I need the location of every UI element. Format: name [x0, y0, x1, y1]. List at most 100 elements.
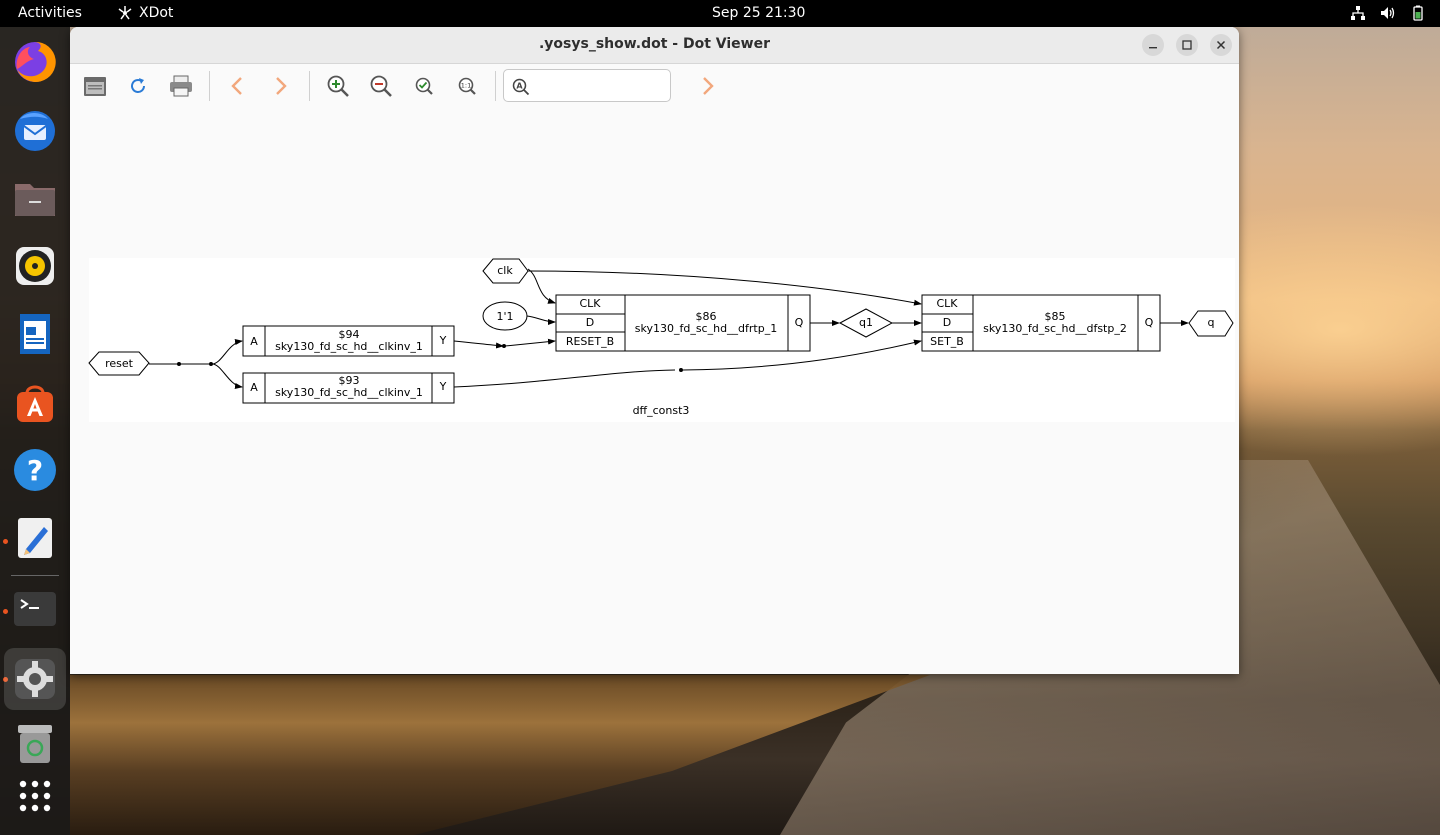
- cell-86-type: sky130_fd_sc_hd__dfrtp_1: [635, 322, 777, 335]
- clock[interactable]: Sep 25 21:30: [712, 5, 805, 21]
- help-icon: ?: [14, 449, 56, 491]
- svg-text:?: ?: [27, 454, 43, 487]
- dock: ?: [0, 27, 70, 835]
- print-button[interactable]: [166, 72, 196, 100]
- cell-85[interactable]: CLK D SET_B $85 sky130_fd_sc_hd__dfstp_2…: [921, 294, 1161, 352]
- node-clk-label: clk: [497, 264, 513, 277]
- zoom-out-button[interactable]: [366, 72, 396, 100]
- rhythmbox-launcher[interactable]: [11, 242, 59, 290]
- find-next-button[interactable]: [693, 72, 723, 100]
- cell-94-type: sky130_fd_sc_hd__clkinv_1: [275, 340, 423, 353]
- toolbar-separator: [309, 71, 310, 101]
- maximize-button[interactable]: [1176, 34, 1198, 56]
- toolbar: 1:1 A: [70, 64, 1239, 107]
- node-const[interactable]: 1'1: [482, 301, 528, 331]
- chevron-right-icon: [703, 77, 714, 95]
- find-icon: A: [512, 78, 530, 96]
- zoom-in-button[interactable]: [323, 72, 353, 100]
- show-apps-button[interactable]: [11, 772, 59, 820]
- zoom-fit-button[interactable]: [409, 72, 439, 100]
- app-center-launcher[interactable]: [11, 378, 59, 426]
- cell-94[interactable]: A $94 sky130_fd_sc_hd__clkinv_1 Y: [242, 325, 455, 357]
- activities-button[interactable]: Activities: [18, 5, 82, 21]
- open-file-icon: [84, 77, 106, 96]
- chevron-right-icon: [276, 77, 287, 95]
- text-editor-icon: [18, 518, 52, 558]
- cell-86-pin-q: Q: [795, 316, 804, 329]
- zoom-100-icon: 1:1: [458, 77, 476, 95]
- zoom-out-icon: [370, 75, 392, 97]
- minimize-button[interactable]: [1142, 34, 1164, 56]
- app-name: XDot: [139, 5, 174, 21]
- node-q-label: q: [1208, 316, 1215, 329]
- thunderbird-launcher[interactable]: [11, 106, 59, 154]
- cell-86[interactable]: CLK D RESET_B $86 sky130_fd_sc_hd__dfrtp…: [555, 294, 811, 352]
- title-bar[interactable]: .yosys_show.dot - Dot Viewer: [70, 27, 1239, 64]
- close-icon: [1216, 40, 1226, 50]
- dock-separator: [11, 575, 59, 576]
- toolbar-separator: [495, 71, 496, 101]
- cell-85-pin-clk: CLK: [936, 297, 958, 310]
- writer-launcher[interactable]: [11, 310, 59, 358]
- trash-icon: [18, 725, 52, 763]
- cell-93-pin-y: Y: [439, 380, 447, 393]
- system-tray[interactable]: [1350, 5, 1426, 21]
- firefox-icon: [15, 41, 56, 82]
- cell-93-type: sky130_fd_sc_hd__clkinv_1: [275, 386, 423, 399]
- graph-svg: reset clk 1'1 A $94 sky130_fd_sc_hd__clk…: [88, 258, 1235, 422]
- chevron-left-icon: [231, 77, 242, 95]
- running-indicator: [3, 539, 8, 544]
- cell-93[interactable]: A $93 sky130_fd_sc_hd__clkinv_1 Y: [242, 372, 455, 404]
- node-const-label: 1'1: [496, 310, 513, 323]
- terminal-icon: [14, 592, 56, 626]
- show-apps-icon: [19, 780, 51, 812]
- cell-94-pin-a: A: [250, 335, 258, 348]
- zoom-in-icon: [327, 75, 349, 97]
- print-icon: [170, 75, 192, 97]
- firefox-launcher[interactable]: [11, 38, 59, 86]
- volume-icon: [1381, 7, 1395, 19]
- xdot-app-icon: [118, 6, 132, 20]
- svg-text:1:1: 1:1: [461, 82, 471, 90]
- rhythmbox-icon: [16, 247, 54, 285]
- reload-icon: [131, 78, 145, 93]
- minimize-icon: [1149, 47, 1157, 49]
- cell-86-pin-d: D: [586, 316, 594, 329]
- toolbar-separator: [209, 71, 210, 101]
- node-reset[interactable]: reset: [88, 351, 150, 376]
- running-indicator: [3, 609, 8, 614]
- cell-85-type: sky130_fd_sc_hd__dfstp_2: [983, 322, 1127, 335]
- network-icon: [1351, 6, 1365, 20]
- maximize-icon: [1182, 40, 1192, 50]
- dot-viewer-window: .yosys_show.dot - Dot Viewer 1:1 A reset…: [70, 27, 1239, 674]
- writer-icon: [20, 314, 50, 354]
- forward-button[interactable]: [266, 72, 296, 100]
- files-launcher[interactable]: [11, 174, 59, 222]
- cell-85-pin-d: D: [943, 316, 951, 329]
- close-button[interactable]: [1210, 34, 1232, 56]
- help-launcher[interactable]: ?: [11, 446, 59, 494]
- graph-label: dff_const3: [633, 404, 690, 417]
- cell-86-pin-reset-b: RESET_B: [566, 335, 614, 348]
- open-button[interactable]: [80, 72, 110, 100]
- terminal-launcher[interactable]: [11, 585, 59, 633]
- find-field[interactable]: A: [503, 69, 671, 102]
- svg-text:A: A: [516, 82, 523, 91]
- node-q[interactable]: q: [1188, 310, 1234, 337]
- battery-icon: [1413, 5, 1423, 21]
- node-clk[interactable]: clk: [482, 258, 529, 284]
- reload-button[interactable]: [123, 72, 153, 100]
- zoom-100-button[interactable]: 1:1: [452, 72, 482, 100]
- cell-94-pin-y: Y: [439, 334, 447, 347]
- app-menu[interactable]: XDot: [117, 5, 173, 21]
- settings-icon: [15, 659, 55, 699]
- files-icon: [15, 184, 55, 216]
- cell-85-pin-set-b: SET_B: [930, 335, 964, 348]
- window-title: .yosys_show.dot - Dot Viewer: [538, 36, 771, 52]
- trash-launcher[interactable]: [11, 720, 59, 768]
- text-editor-launcher[interactable]: [11, 514, 59, 562]
- cell-93-pin-a: A: [250, 381, 258, 394]
- back-button[interactable]: [222, 72, 252, 100]
- settings-launcher[interactable]: [4, 648, 66, 710]
- graph-canvas[interactable]: reset clk 1'1 A $94 sky130_fd_sc_hd__clk…: [70, 107, 1239, 674]
